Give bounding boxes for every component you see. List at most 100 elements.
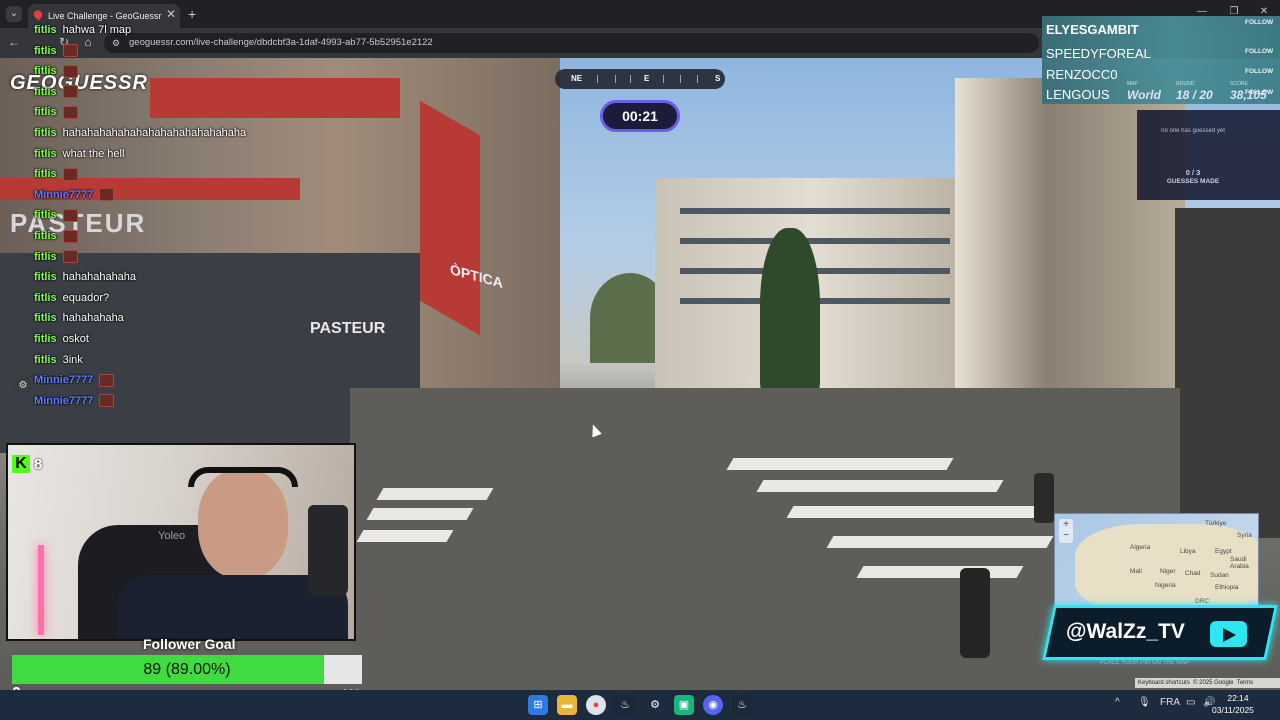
emote-icon (62, 85, 78, 99)
map-label: Saudi Arabia (1230, 556, 1249, 570)
terminal-icon[interactable]: ▣ (674, 695, 694, 715)
follow-button[interactable]: FOLLOW (1245, 19, 1273, 26)
chat-message: fitlis (34, 62, 78, 80)
map-label: Sudan (1210, 572, 1229, 579)
emote-icon (99, 373, 115, 387)
window-row (680, 208, 950, 214)
discord-icon[interactable]: ◉ (703, 695, 723, 715)
chat-username[interactable]: fitlis (34, 292, 57, 304)
crosswalk-stripe (756, 480, 1004, 492)
facade-stripe (420, 100, 480, 336)
chat-username[interactable]: fitlis (34, 24, 57, 36)
map-label: Libya (1180, 548, 1196, 555)
chat-username[interactable]: Minnie7777 (34, 395, 93, 407)
leaderboard-player[interactable]: RENZOCC0 (1046, 65, 1118, 85)
emote-icon (62, 229, 78, 243)
chat-message: fitlis hahwa 7l map (34, 21, 131, 39)
guesses-label: GUESSES MADE (1166, 178, 1220, 185)
zoom-out-button[interactable]: − (1059, 530, 1073, 541)
chat-username[interactable]: fitlis (34, 127, 57, 139)
emote-icon (62, 64, 78, 78)
url-text[interactable]: geoguessr.com/live-challenge/dbdcbf3a-1d… (129, 34, 433, 52)
shop-sign: PASTEUR (310, 320, 386, 337)
chat-username[interactable]: fitlis (34, 251, 57, 263)
chrome-icon[interactable]: ● (586, 695, 606, 715)
map-label: Ethiopia (1215, 584, 1239, 591)
microphone-icon[interactable]: 🎙 (1138, 697, 1151, 708)
chat-message: fitlis equador? (34, 289, 109, 307)
chat-message: fitlis oskot (34, 330, 89, 348)
map-stat-value: World (1127, 88, 1161, 102)
chat-text: what the hell (62, 147, 125, 160)
tab-title: Live Challenge - GeoGuessr (48, 11, 162, 21)
chat-message: Minnie7777 (34, 186, 115, 204)
chat-username[interactable]: fitlis (34, 312, 57, 324)
tray-overflow-icon[interactable]: ^ (1115, 697, 1120, 708)
chat-message: fitlis (34, 248, 78, 266)
compass-s: S (715, 74, 721, 83)
chat-username[interactable]: fitlis (34, 209, 57, 221)
google-attribution: Keyboard shortcuts © 2025 Google Terms (1135, 678, 1280, 688)
language-indicator[interactable]: FRA (1160, 697, 1180, 708)
chat-text: hahahahahahahahahahahahahahaha (62, 127, 247, 139)
new-tab-button[interactable]: + (188, 6, 202, 22)
chat-username[interactable]: fitlis (34, 106, 57, 118)
map-label: Chad (1185, 570, 1201, 577)
leaderboard-player[interactable]: SPEEDYFOREAL (1046, 44, 1151, 64)
follow-button[interactable]: FOLLOW (1245, 48, 1273, 55)
chat-text: hahahahaha (62, 312, 124, 325)
microphone (308, 505, 348, 595)
chat-settings-icon[interactable]: ⚙ (14, 377, 32, 395)
zoom-in-button[interactable]: + (1059, 519, 1073, 530)
chat-username[interactable]: fitlis (34, 86, 57, 98)
leaderboard-player[interactable]: LENGOUS (1046, 85, 1110, 105)
tab-close-button[interactable]: ✕ (165, 7, 177, 21)
windows-start-icon[interactable]: ⊞ (528, 695, 548, 715)
chat-username[interactable]: fitlis (34, 271, 57, 283)
steam-icon[interactable]: ♨ (615, 695, 635, 715)
chat-username[interactable]: fitlis (34, 45, 57, 57)
viewer-count: 8 (34, 456, 43, 473)
leaderboard-player[interactable]: ELYESGAMBIT (1046, 20, 1139, 40)
emote-icon (99, 188, 115, 202)
emote-icon (99, 394, 115, 408)
chat-username[interactable]: fitlis (34, 354, 57, 366)
terms-link[interactable]: Terms (1237, 680, 1253, 686)
chat-username[interactable]: fitlis (34, 148, 57, 160)
chat-username[interactable]: fitlis (34, 65, 57, 77)
clock-date[interactable]: 03/11/2025 (1212, 705, 1254, 715)
shop-sign: PASTEUR (10, 208, 147, 238)
chat-username[interactable]: fitlis (34, 168, 57, 180)
network-icon[interactable]: ▭ (1186, 697, 1195, 708)
emote-icon (62, 250, 78, 264)
chair-brand: Yoleo (158, 530, 186, 542)
chat-username[interactable]: Minnie7777 (34, 374, 93, 386)
chat-text: 3ink (62, 353, 83, 366)
chat-username[interactable]: fitlis (34, 333, 57, 345)
clock-time[interactable]: 22:14 (1224, 693, 1252, 703)
follower-goal-text: 89 (89.00%) (143, 661, 231, 678)
headset (188, 467, 298, 487)
window-row (680, 238, 950, 244)
chat-message: fitlis (34, 227, 78, 245)
chat-username[interactable]: Minnie7777 (34, 189, 93, 201)
file-explorer-icon[interactable]: ▬ (557, 695, 577, 715)
crosswalk-stripe (366, 508, 474, 520)
crosswalk-stripe (726, 458, 954, 470)
chat-message: fitlis what the hell (34, 145, 124, 163)
settings-icon[interactable]: ⚙ (645, 695, 665, 715)
guess-map[interactable]: Türkiye Syria Algeria Libya Egypt Saudi … (1054, 513, 1259, 607)
tab-search-button[interactable]: ⌄ (6, 6, 22, 22)
tree (760, 228, 820, 398)
kick-logo-icon: K (12, 455, 30, 473)
back-icon[interactable]: ← (6, 34, 22, 50)
map-zoom-control[interactable]: + − (1059, 519, 1073, 543)
steam-icon-2[interactable]: ♨ (732, 695, 752, 715)
chat-username[interactable]: fitlis (34, 230, 57, 242)
map-stat-label: MAP (1127, 81, 1138, 87)
chat-message: fitlis (34, 42, 78, 60)
guesses-panel (1137, 110, 1280, 200)
keyboard-shortcuts-link[interactable]: Keyboard shortcuts (1138, 680, 1190, 686)
follow-button[interactable]: FOLLOW (1245, 68, 1273, 75)
led-light (38, 545, 44, 635)
